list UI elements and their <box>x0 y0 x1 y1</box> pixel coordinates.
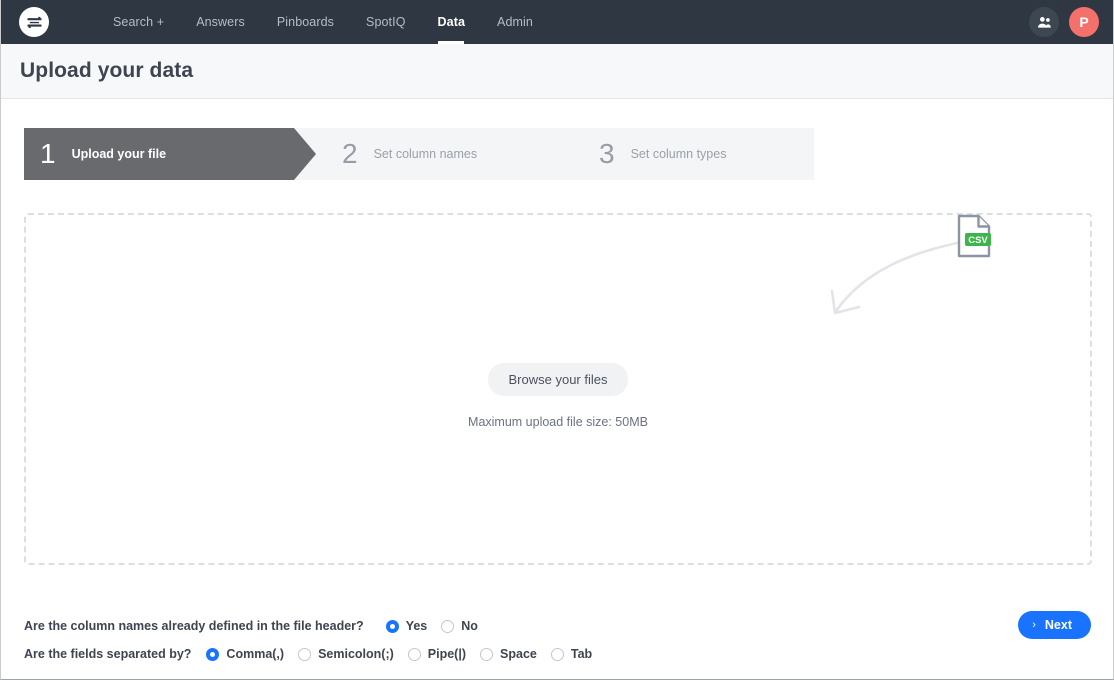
top-navigation-bar: Search + Answers Pinboards SpotIQ Data A… <box>1 0 1113 44</box>
field-separator-radio-group: Comma(,) Semicolon(;) Pipe(|) Space Tab <box>192 647 592 661</box>
nav-links: Search + Answers Pinboards SpotIQ Data A… <box>97 0 549 44</box>
app-window: Search + Answers Pinboards SpotIQ Data A… <box>0 0 1114 680</box>
radio-separator-pipe[interactable]: Pipe(|) <box>407 647 467 661</box>
dropzone-center-content: Browse your files Maximum upload file si… <box>26 363 1090 429</box>
nav-item-admin[interactable]: Admin <box>481 0 549 44</box>
thoughtspot-logo[interactable] <box>19 7 49 37</box>
stepper: 1 Upload your file 2 Set column names 3 … <box>24 128 814 180</box>
page-title: Upload your data <box>20 59 194 82</box>
radio-separator-comma-indicator[interactable] <box>206 647 220 661</box>
radio-separator-comma[interactable]: Comma(,) <box>206 647 284 661</box>
step-3-label: Set column types <box>630 147 727 161</box>
radio-separator-semicolon-label: Semicolon(;) <box>318 647 394 661</box>
radio-separator-semicolon[interactable]: Semicolon(;) <box>298 647 394 661</box>
radio-header-yes-label: Yes <box>405 619 428 633</box>
column-names-question: Are the column names already defined in … <box>24 619 364 633</box>
user-avatar[interactable]: P <box>1069 7 1099 37</box>
browse-your-files-button[interactable]: Browse your files <box>487 363 629 396</box>
step-2-set-column-names[interactable]: 2 Set column names <box>294 128 556 180</box>
chevron-right-icon: › <box>1032 619 1036 631</box>
step-1-number: 1 <box>40 138 56 169</box>
radio-separator-space[interactable]: Space <box>480 647 537 661</box>
radio-separator-tab[interactable]: Tab <box>550 647 593 661</box>
step-3-number: 3 <box>599 138 615 169</box>
next-button[interactable]: › Next <box>1018 611 1091 639</box>
max-upload-size-text: Maximum upload file size: 50MB <box>468 415 648 429</box>
radio-header-no[interactable]: No <box>441 619 478 633</box>
step-2-number: 2 <box>342 138 358 169</box>
upload-options: Are the column names already defined in … <box>24 612 592 668</box>
radio-separator-pipe-indicator[interactable] <box>407 647 421 661</box>
radio-separator-space-indicator[interactable] <box>480 647 494 661</box>
next-button-label: Next <box>1044 618 1072 632</box>
nav-item-answers[interactable]: Answers <box>180 0 261 44</box>
page-title-bar: Upload your data <box>1 44 1113 99</box>
radio-header-no-indicator[interactable] <box>441 619 455 633</box>
radio-separator-semicolon-indicator[interactable] <box>298 647 312 661</box>
csv-file-icon: CSV <box>957 214 991 263</box>
step-1-upload-your-file[interactable]: 1 Upload your file <box>24 128 316 180</box>
field-separator-option-row: Are the fields separated by? Comma(,) Se… <box>24 640 592 668</box>
step-1-label: Upload your file <box>71 147 167 161</box>
radio-separator-tab-label: Tab <box>570 647 593 661</box>
radio-separator-comma-label: Comma(,) <box>226 647 285 661</box>
file-dropzone[interactable]: CSV Browse your files Maximum upload fil… <box>24 213 1092 565</box>
nav-item-data[interactable]: Data <box>422 0 482 44</box>
nav-item-pinboards[interactable]: Pinboards <box>261 0 350 44</box>
radio-separator-tab-indicator[interactable] <box>550 647 564 661</box>
csv-badge-label: CSV <box>968 235 988 246</box>
nav-item-spotiq[interactable]: SpotIQ <box>350 0 422 44</box>
radio-header-yes-indicator[interactable] <box>385 619 399 633</box>
radio-separator-pipe-label: Pipe(|) <box>427 647 467 661</box>
step-3-set-column-types[interactable]: 3 Set column types <box>556 128 814 180</box>
column-names-radio-group: Yes No <box>372 619 478 633</box>
people-icon[interactable] <box>1029 7 1059 37</box>
field-separator-question: Are the fields separated by? <box>24 647 192 661</box>
radio-header-yes[interactable]: Yes <box>385 619 428 633</box>
nav-item-search[interactable]: Search + <box>97 0 180 44</box>
nav-right-actions: P <box>1029 7 1099 37</box>
radio-header-no-label: No <box>461 619 478 633</box>
column-names-option-row: Are the column names already defined in … <box>24 612 592 640</box>
radio-separator-space-label: Space <box>500 647 537 661</box>
step-2-label: Set column names <box>373 147 478 161</box>
